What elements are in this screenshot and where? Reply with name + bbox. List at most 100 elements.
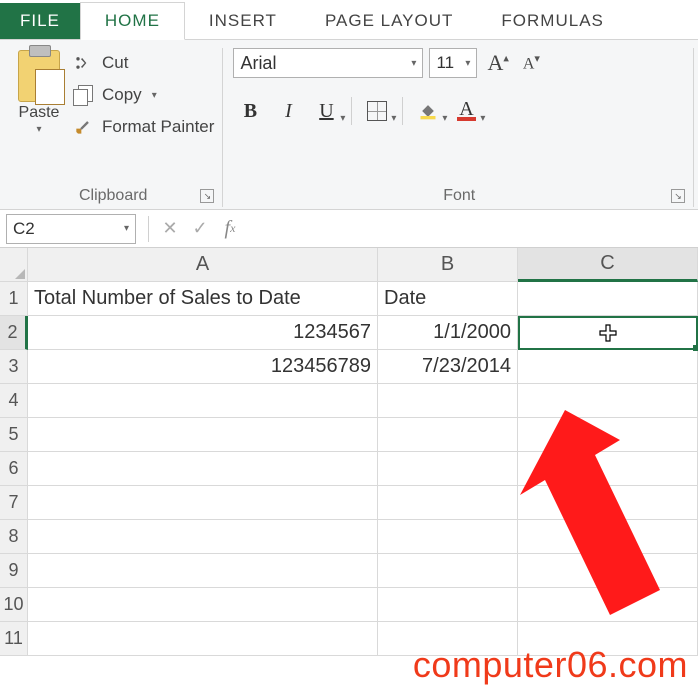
cell-B8[interactable] — [378, 520, 518, 554]
format-painter-button[interactable]: Format Painter — [72, 116, 214, 138]
cell-C10[interactable] — [518, 588, 698, 622]
row-header-8[interactable]: 8 — [0, 520, 28, 554]
cell-cursor-icon — [598, 323, 618, 343]
worksheet-grid[interactable]: A B C 1 Total Number of Sales to Date Da… — [0, 248, 698, 656]
col-header-A[interactable]: A — [28, 248, 378, 282]
cell-C2[interactable] — [518, 316, 698, 350]
cell-A9[interactable] — [28, 554, 378, 588]
cell-A6[interactable] — [28, 452, 378, 486]
row-header-3[interactable]: 3 — [0, 350, 28, 384]
cell-B4[interactable] — [378, 384, 518, 418]
font-name-select[interactable]: Arial ▾ — [233, 48, 423, 78]
increase-font-size-button[interactable]: A▴ — [483, 50, 512, 76]
fill-color-button[interactable]: ▾ — [411, 96, 445, 126]
cell-C9[interactable] — [518, 554, 698, 588]
cell-C7[interactable] — [518, 486, 698, 520]
tab-file[interactable]: FILE — [0, 3, 80, 39]
cell-A7[interactable] — [28, 486, 378, 520]
copy-button[interactable]: Copy ▾ — [72, 84, 214, 106]
paste-icon — [18, 50, 60, 102]
name-box-value: C2 — [13, 219, 35, 239]
copy-icon — [73, 85, 93, 105]
select-all-corner[interactable] — [0, 248, 28, 282]
cell-A11[interactable] — [28, 622, 378, 656]
paste-dropdown-icon[interactable]: ▾ — [36, 124, 41, 135]
cell-B10[interactable] — [378, 588, 518, 622]
col-header-B[interactable]: B — [378, 248, 518, 282]
chevron-down-icon: ▾ — [465, 58, 470, 69]
bold-button[interactable]: B — [233, 96, 267, 126]
italic-button[interactable]: I — [271, 96, 305, 126]
cell-C6[interactable] — [518, 452, 698, 486]
copy-label: Copy — [102, 85, 142, 105]
cell-A4[interactable] — [28, 384, 378, 418]
tab-page-layout[interactable]: PAGE LAYOUT — [301, 3, 477, 39]
cell-C1[interactable] — [518, 282, 698, 316]
row-header-4[interactable]: 4 — [0, 384, 28, 418]
clipboard-launcher-icon[interactable]: ↘ — [200, 189, 214, 203]
row-header-7[interactable]: 7 — [0, 486, 28, 520]
watermark-text: computer06.com — [413, 644, 688, 686]
cell-A8[interactable] — [28, 520, 378, 554]
cell-C8[interactable] — [518, 520, 698, 554]
row-header-9[interactable]: 9 — [0, 554, 28, 588]
cancel-formula-button[interactable]: ✕ — [155, 214, 185, 244]
chevron-down-icon: ▾ — [124, 223, 129, 234]
cell-A1[interactable]: Total Number of Sales to Date — [28, 282, 378, 316]
cell-C3[interactable] — [518, 350, 698, 384]
cell-B5[interactable] — [378, 418, 518, 452]
name-box[interactable]: C2 ▾ — [6, 214, 136, 244]
cell-B7[interactable] — [378, 486, 518, 520]
copy-dropdown-icon[interactable]: ▾ — [152, 90, 157, 101]
row-header-5[interactable]: 5 — [0, 418, 28, 452]
paste-label: Paste — [19, 104, 60, 122]
row-header-1[interactable]: 1 — [0, 282, 28, 316]
cell-A10[interactable] — [28, 588, 378, 622]
formula-input[interactable] — [245, 214, 698, 244]
cell-B1[interactable]: Date — [378, 282, 518, 316]
cell-A2[interactable]: 1234567 — [28, 316, 378, 350]
paste-button[interactable]: Paste ▾ — [12, 48, 66, 137]
font-color-icon: A — [457, 101, 475, 121]
font-size-value: 11 — [436, 53, 454, 73]
row-header-10[interactable]: 10 — [0, 588, 28, 622]
tab-formulas[interactable]: FORMULAS — [477, 3, 627, 39]
cut-label: Cut — [102, 53, 128, 73]
col-header-C[interactable]: C — [518, 248, 698, 282]
cell-C5[interactable] — [518, 418, 698, 452]
tab-insert[interactable]: INSERT — [185, 3, 301, 39]
cell-B9[interactable] — [378, 554, 518, 588]
cell-B3[interactable]: 7/23/2014 — [378, 350, 518, 384]
cut-button[interactable]: Cut — [72, 52, 214, 74]
separator — [148, 216, 149, 242]
cell-B2[interactable]: 1/1/2000 — [378, 316, 518, 350]
row-header-2[interactable]: 2 — [0, 316, 28, 350]
enter-formula-button[interactable]: ✓ — [185, 214, 215, 244]
separator — [351, 97, 352, 125]
underline-button[interactable]: U▾ — [309, 96, 343, 126]
decrease-font-size-button[interactable]: A▾ — [519, 52, 544, 73]
scissors-icon — [72, 52, 94, 74]
cell-C4[interactable] — [518, 384, 698, 418]
group-label-font: Font ↘ — [233, 183, 685, 207]
bucket-icon — [418, 102, 438, 120]
borders-button[interactable]: ▾ — [360, 96, 394, 126]
cell-A5[interactable] — [28, 418, 378, 452]
group-clipboard: Paste ▾ Cut Copy ▾ — [4, 48, 223, 207]
row-header-11[interactable]: 11 — [0, 622, 28, 656]
separator — [402, 97, 403, 125]
font-launcher-icon[interactable]: ↘ — [671, 189, 685, 203]
insert-function-button[interactable]: fx — [215, 214, 245, 244]
chevron-down-icon: ▾ — [411, 58, 416, 69]
ribbon: Paste ▾ Cut Copy ▾ — [0, 40, 698, 210]
tab-home[interactable]: HOME — [80, 2, 185, 40]
cell-B6[interactable] — [378, 452, 518, 486]
group-font: Arial ▾ 11 ▾ A▴ A▾ B I U▾ ▾ — [225, 48, 694, 207]
font-color-button[interactable]: A▾ — [449, 96, 483, 126]
font-size-select[interactable]: 11 ▾ — [429, 48, 477, 78]
row-header-6[interactable]: 6 — [0, 452, 28, 486]
cell-A3[interactable]: 123456789 — [28, 350, 378, 384]
brush-icon — [72, 116, 94, 138]
ribbon-tabs: FILE HOME INSERT PAGE LAYOUT FORMULAS — [0, 0, 698, 40]
group-label-clipboard: Clipboard ↘ — [12, 183, 214, 207]
